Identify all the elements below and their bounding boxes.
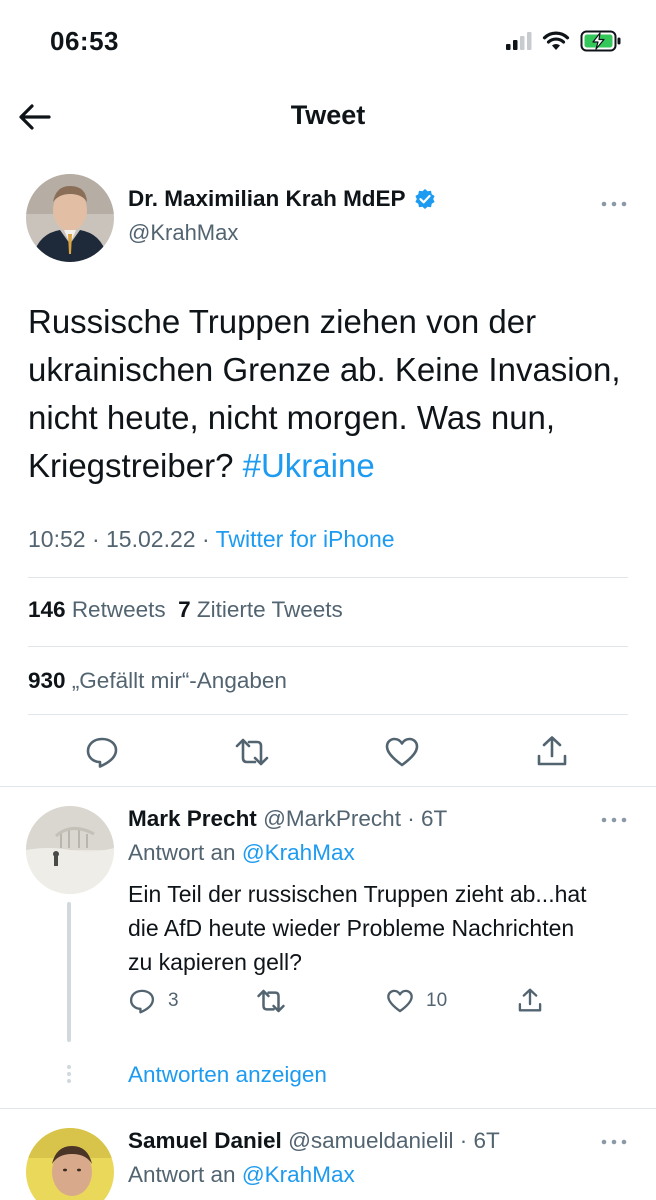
reply-header: Samuel Daniel @samueldanielil · 6T	[128, 1128, 500, 1154]
reply-actions: 3 10	[128, 986, 544, 1016]
likes-count: 930	[28, 668, 66, 693]
reply-retweet-button[interactable]	[256, 986, 386, 1016]
reply-count: 3	[168, 990, 179, 1011]
reply-to-handle[interactable]: @KrahMax	[242, 1162, 355, 1187]
hashtag-link[interactable]: #Ukraine	[243, 447, 375, 484]
more-options-icon[interactable]	[600, 812, 628, 823]
reply-icon[interactable]	[84, 734, 120, 770]
tweet-source-link[interactable]: Twitter for iPhone	[216, 526, 395, 552]
reply-age: · 6T	[459, 1128, 500, 1153]
reply-to-label: Antwort an	[128, 840, 236, 865]
likes-label: „Gefällt mir“-Angaben	[71, 668, 287, 693]
author-name-text: Dr. Maximilian Krah MdEP	[128, 186, 406, 211]
quotes-count: 7	[178, 597, 191, 622]
more-options-icon[interactable]	[600, 196, 628, 207]
divider	[0, 786, 656, 787]
signal-icon	[506, 32, 532, 50]
tweet-text: Russische Truppen ziehen von der ukraini…	[28, 298, 628, 490]
more-options-icon[interactable]	[600, 1134, 628, 1145]
reply-author-name[interactable]: Mark Precht	[128, 806, 257, 831]
reply-to-label: Antwort an	[128, 1162, 236, 1187]
divider	[0, 1108, 656, 1109]
tweet-meta: 10:52 · 15.02.22 · Twitter for iPhone	[28, 526, 395, 553]
share-icon	[518, 988, 542, 1012]
quotes-link[interactable]: 7 Zitierte Tweets	[178, 597, 343, 622]
reply-header: Mark Precht @MarkPrecht · 6T	[128, 806, 447, 832]
thread-dots	[66, 1064, 72, 1089]
divider	[28, 577, 628, 578]
like-count: 10	[426, 990, 448, 1011]
reply-text: Ein Teil der russischen Truppen zieht ab…	[128, 881, 587, 975]
retweet-icon	[257, 989, 285, 1013]
like-icon[interactable]	[384, 734, 420, 770]
reply-share-button[interactable]	[516, 987, 544, 1015]
reply-avatar[interactable]	[26, 806, 114, 894]
reply-to: Antwort an @KrahMax	[128, 1162, 355, 1188]
reply-author-name[interactable]: Samuel Daniel	[128, 1128, 282, 1153]
likes-link[interactable]: 930 „Gefällt mir“-Angaben	[28, 668, 287, 694]
show-replies-link[interactable]: Antworten anzeigen	[128, 1062, 327, 1088]
retweets-link[interactable]: 146 Retweets	[28, 597, 166, 622]
reply-icon	[129, 989, 155, 1014]
reply-avatar[interactable]	[26, 1128, 114, 1200]
tweet-time: 10:52	[28, 526, 86, 552]
reply-like-button[interactable]: 10	[386, 987, 516, 1015]
author-avatar[interactable]	[26, 174, 114, 262]
reply-to-handle[interactable]: @KrahMax	[242, 840, 355, 865]
retweet-icon[interactable]	[234, 734, 270, 770]
share-icon[interactable]	[534, 734, 570, 770]
quotes-label: Zitierte Tweets	[196, 597, 343, 622]
verified-badge-icon	[414, 189, 435, 209]
divider	[28, 714, 628, 715]
thread-line	[67, 902, 71, 1042]
retweets-label: Retweets	[71, 597, 166, 622]
divider	[28, 646, 628, 647]
like-icon	[387, 989, 413, 1013]
reply-to: Antwort an @KrahMax	[128, 840, 355, 866]
reply-author-handle[interactable]: @samueldanielil	[288, 1128, 453, 1153]
author-handle[interactable]: @KrahMax	[128, 220, 238, 246]
status-icons	[506, 30, 622, 52]
battery-charging-icon	[580, 30, 621, 52]
retweet-stats: 146 Retweets 7 Zitierte Tweets	[28, 597, 343, 623]
wifi-icon	[542, 31, 570, 50]
reply-author-handle[interactable]: @MarkPrecht	[263, 806, 401, 831]
status-time: 06:53	[50, 26, 119, 56]
meta-separator: ·	[91, 526, 100, 552]
reply-reply-button[interactable]: 3	[128, 987, 256, 1015]
tweet-date: 15.02.22	[106, 526, 196, 552]
page-title: Tweet	[290, 100, 366, 130]
retweets-count: 146	[28, 597, 66, 622]
author-name[interactable]: Dr. Maximilian Krah MdEP	[128, 186, 436, 212]
reply-age: · 6T	[407, 806, 448, 831]
meta-separator: ·	[201, 526, 210, 552]
